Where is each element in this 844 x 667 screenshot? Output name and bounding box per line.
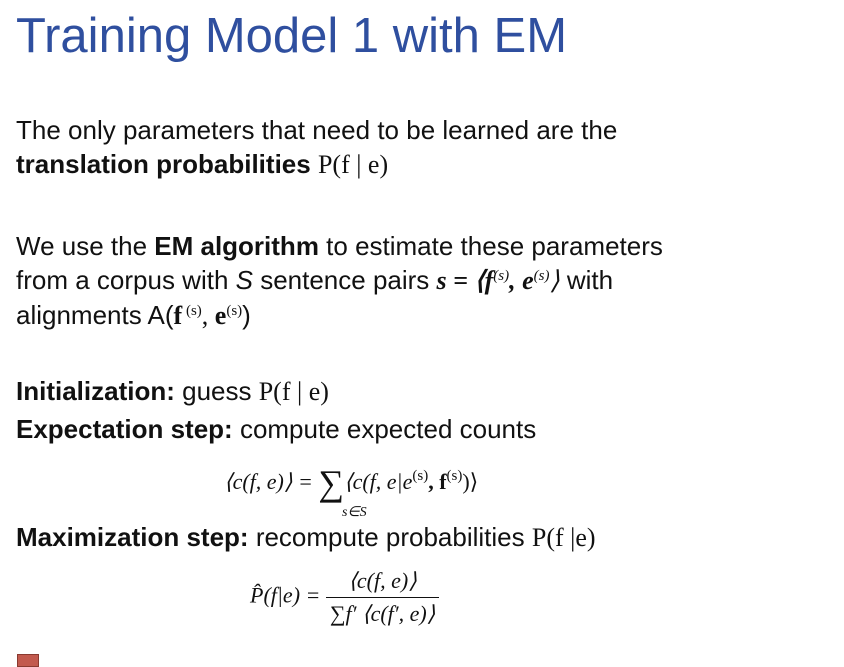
- alignments-text: alignments A(: [16, 300, 174, 330]
- sum-subscript: s∈S: [342, 505, 367, 520]
- prob-expression: P(f | e): [317, 150, 389, 179]
- S-variable: S: [235, 265, 253, 295]
- paragraph-parameters: The only parameters that need to be lear…: [16, 113, 617, 182]
- em-text: We use the: [16, 231, 155, 261]
- parameters-line-1: The only parameters that need to be lear…: [16, 115, 618, 145]
- slide-title: Training Model 1 with EM: [16, 9, 568, 63]
- corner-marker: [17, 654, 39, 667]
- translation-probabilities-bold: translation probabilities: [16, 149, 311, 179]
- fraction-numerator: ⟨c(f, e)⟩: [325, 568, 440, 598]
- paragraph-em: We use the EM algorithm to estimate thes…: [16, 229, 663, 333]
- probability-update-equation: P̂(f|e) = ⟨c(f, e)⟩ ∑f′ ⟨c(f′, e)⟩: [250, 568, 440, 627]
- em-line-2: from a corpus with S sentence pairs s = …: [16, 263, 663, 298]
- init-expression: P(f | e): [258, 377, 329, 406]
- expectation-label: Expectation step:: [16, 414, 233, 444]
- expectation-line: Expectation step: compute expected count…: [16, 414, 537, 444]
- maximization-line: Maximization step: recompute probabiliti…: [16, 522, 596, 552]
- fraction-denominator: ∑f′ ⟨c(f′, e)⟩: [329, 601, 436, 626]
- sum-symbol: ∑: [318, 463, 344, 503]
- fraction: ⟨c(f, e)⟩ ∑f′ ⟨c(f′, e)⟩: [325, 568, 440, 627]
- pairs-text: sentence pairs: [252, 265, 437, 295]
- parameters-line-2: translation probabilities P(f | e): [16, 147, 617, 182]
- with-text: with: [559, 265, 614, 295]
- pair-expression: s = ⟨f(s), e(s)⟩: [436, 266, 560, 295]
- em-line-3: alignments A(f (s), e(s)): [16, 300, 251, 330]
- max-expression: P(f |e): [531, 523, 596, 552]
- em-algorithm-bold: EM algorithm: [154, 231, 319, 261]
- alignment-expression: f (s), e(s): [173, 301, 243, 330]
- initialization-label: Initialization:: [16, 376, 175, 406]
- maximization-label: Maximization step:: [16, 522, 249, 552]
- em-text-2: to estimate these parameters: [318, 231, 663, 261]
- initialization-line: Initialization: guess P(f | e): [16, 376, 329, 406]
- em-line-1: We use the EM algorithm to estimate thes…: [16, 229, 663, 263]
- expected-counts-equation: ⟨c(f, e)⟩ = ∑⟨c(f, e|e(s), f(s))⟩ s∈S: [224, 463, 479, 520]
- corpus-text: from a corpus with: [16, 265, 236, 295]
